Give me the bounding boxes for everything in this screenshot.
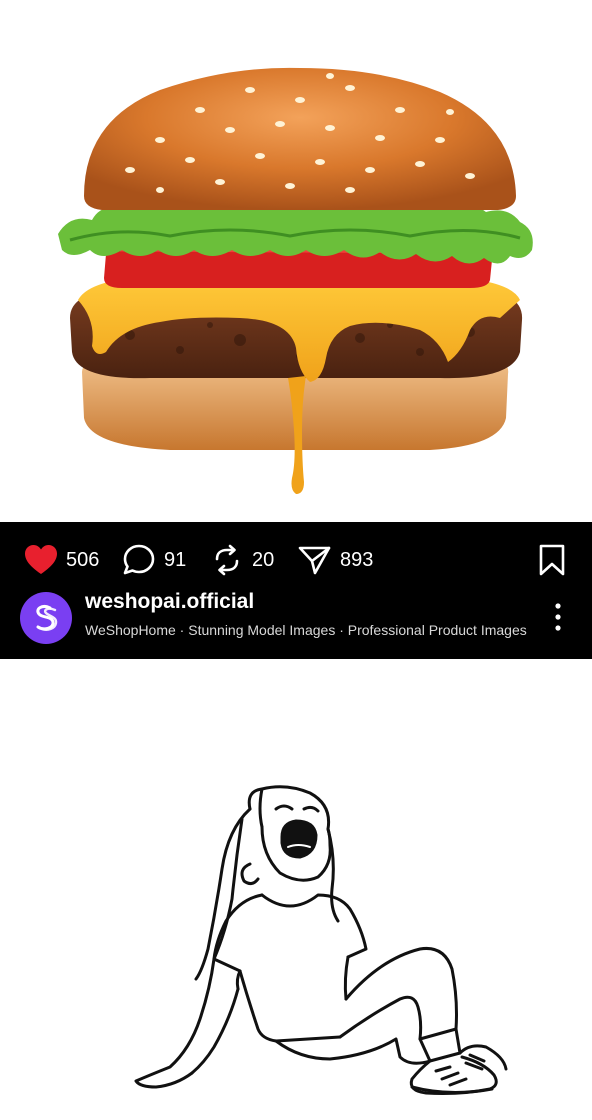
post-action-bar: 506 91 20 893 weshopai.official WeShopHo… <box>0 522 592 659</box>
bookmark-icon <box>539 544 565 576</box>
repost-icon <box>215 544 239 576</box>
send-paper-plane-icon <box>298 546 331 575</box>
author-username[interactable]: weshopai.official <box>85 590 254 614</box>
more-options-button[interactable] <box>546 602 570 632</box>
post-image-drawing[interactable] <box>0 659 592 1120</box>
comment-bubble-icon <box>123 544 155 575</box>
repost-count: 20 <box>252 548 275 571</box>
author-row: weshopai.official WeShopHome · Stunning … <box>0 590 592 648</box>
post-image-burger[interactable] <box>0 0 592 522</box>
girl-crying-drawing <box>134 785 508 1095</box>
repost-button[interactable]: 20 <box>210 535 274 585</box>
like-button[interactable]: 506 <box>24 535 99 585</box>
more-vertical-icon <box>555 603 561 631</box>
share-count: 893 <box>340 548 374 571</box>
like-count: 506 <box>66 548 100 571</box>
share-button[interactable]: 893 <box>298 535 373 585</box>
actions-row: 506 91 20 893 <box>0 535 592 585</box>
comment-button[interactable]: 91 <box>122 535 186 585</box>
avatar[interactable] <box>20 592 72 644</box>
heart-icon <box>25 545 57 574</box>
weshop-logo-icon <box>36 605 58 631</box>
bookmark-button[interactable] <box>537 535 567 585</box>
author-subtitle: WeShopHome · Stunning Model Images · Pro… <box>85 622 527 638</box>
burger-illustration <box>58 58 533 494</box>
comment-count: 91 <box>164 548 187 571</box>
